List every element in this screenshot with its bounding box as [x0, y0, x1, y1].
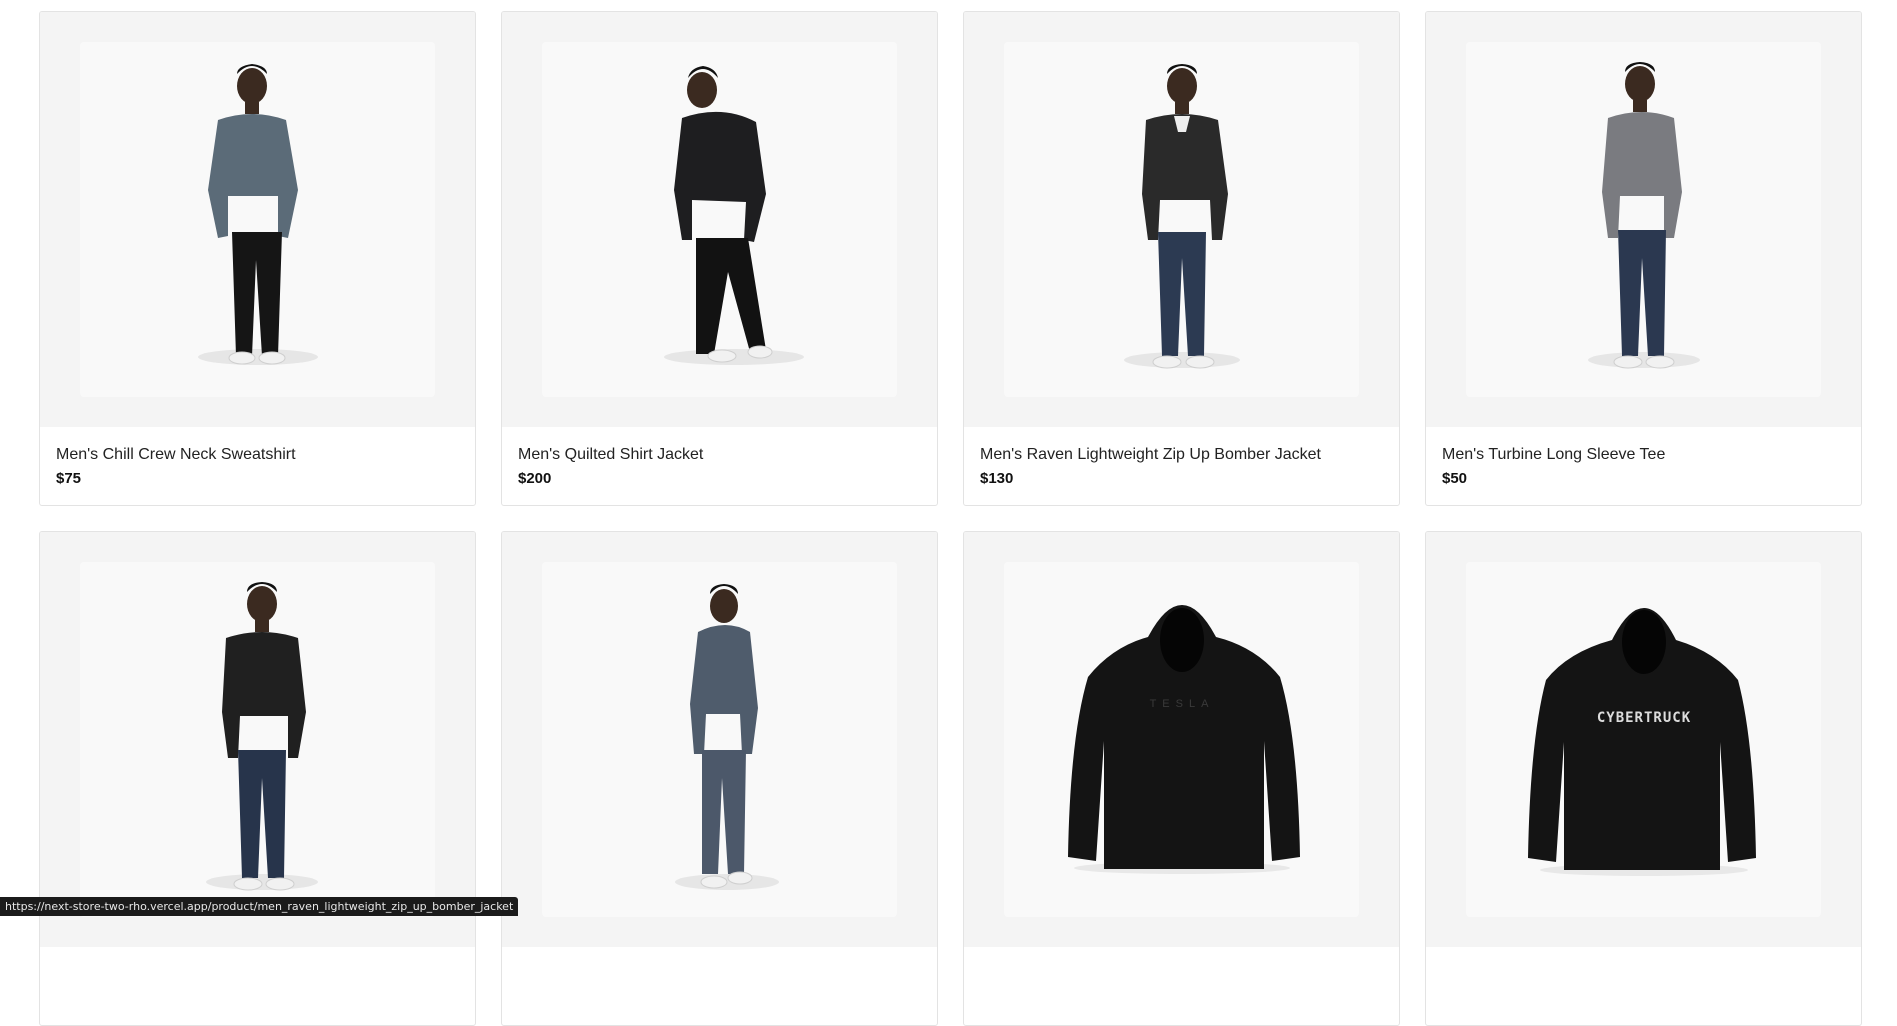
product-image[interactable]: TESLA: [964, 532, 1399, 947]
product-card[interactable]: Men's Raven Lightweight Zip Up Bomber Ja…: [963, 11, 1400, 506]
product-grid: Men's Chill Crew Neck Sweatshirt $75 Men…: [39, 11, 1862, 1026]
product-card[interactable]: [501, 531, 938, 1026]
product-card[interactable]: Men's Quilted Shirt Jacket $200: [501, 11, 938, 506]
product-card[interactable]: Men's Turbine Long Sleeve Tee $50: [1425, 11, 1862, 506]
product-image[interactable]: [964, 12, 1399, 427]
person-figure-illustration: [206, 582, 318, 891]
product-price: $75: [56, 470, 82, 487]
product-image[interactable]: CYBERTRUCK: [1426, 532, 1861, 947]
person-figure-illustration: [675, 584, 779, 890]
hoodie-print-text: CYBERTRUCK: [1597, 710, 1691, 726]
person-figure-illustration: [664, 66, 804, 365]
hoodie-illustration: TESLA: [1068, 605, 1300, 874]
hoodie-print-text: TESLA: [1150, 698, 1215, 710]
person-figure-illustration: [198, 64, 318, 365]
product-image[interactable]: [40, 12, 475, 427]
product-name[interactable]: Men's Turbine Long Sleeve Tee: [1442, 445, 1845, 465]
product-image[interactable]: [502, 532, 937, 947]
link-status-bar: https://next-store-two-rho.vercel.app/pr…: [0, 897, 519, 916]
product-card[interactable]: [39, 531, 476, 1026]
product-card[interactable]: CYBERTRUCK: [1425, 531, 1862, 1026]
product-name[interactable]: Men's Quilted Shirt Jacket: [518, 445, 921, 465]
product-name[interactable]: Men's Raven Lightweight Zip Up Bomber Ja…: [980, 445, 1383, 465]
product-card[interactable]: Men's Chill Crew Neck Sweatshirt $75: [39, 11, 476, 506]
product-image[interactable]: [1426, 12, 1861, 427]
product-image[interactable]: [502, 12, 937, 427]
person-figure-illustration: [1588, 62, 1700, 369]
product-card[interactable]: TESLA: [963, 531, 1400, 1026]
product-price: $130: [980, 470, 1014, 487]
product-price: $200: [518, 470, 552, 487]
product-name[interactable]: Men's Chill Crew Neck Sweatshirt: [56, 445, 459, 465]
product-image[interactable]: [40, 532, 475, 947]
person-figure-illustration: [1124, 64, 1240, 369]
product-price: $50: [1442, 470, 1468, 487]
hoodie-illustration: CYBERTRUCK: [1528, 608, 1756, 876]
